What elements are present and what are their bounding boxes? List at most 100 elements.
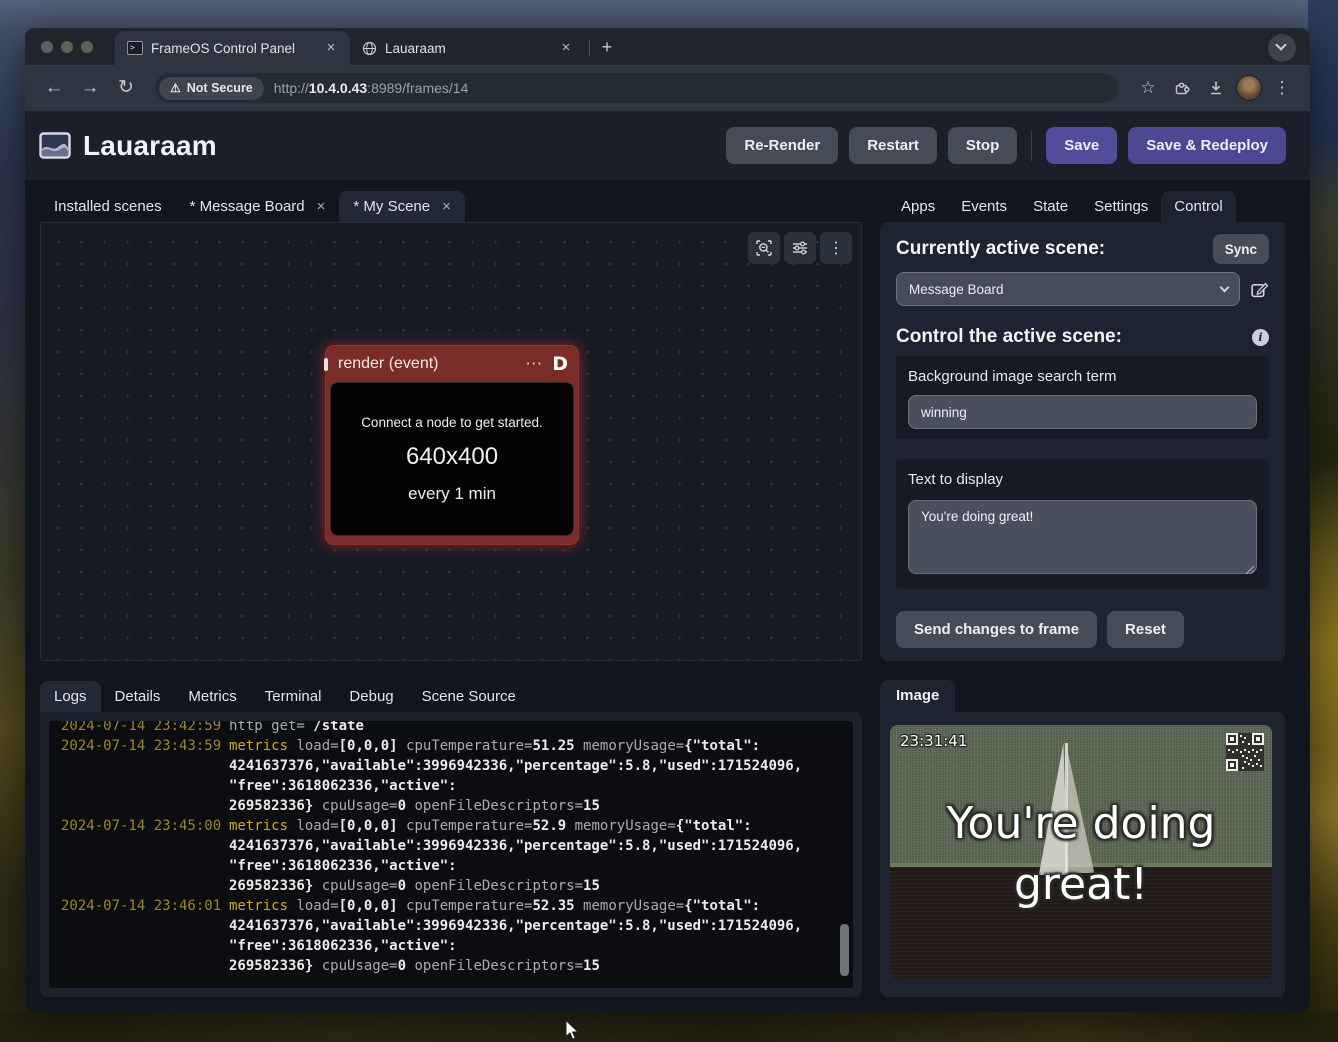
tab-metrics[interactable]: Metrics [174, 681, 250, 712]
browser-tab-title: FrameOS Control Panel [151, 41, 314, 56]
log-tabs: Logs Details Metrics Terminal Debug Scen… [40, 680, 862, 712]
control-heading: Control the active scene: [896, 326, 1122, 348]
forward-button[interactable]: → [75, 73, 105, 103]
log-console[interactable]: 2024-07-14 23:42:59http get= /state2024-… [49, 721, 853, 988]
frame-preview-image: 23:31:41 You're doing great! [890, 725, 1272, 980]
app-header: Lauaraam Re-Render Restart Stop Save Sav… [25, 111, 1310, 180]
info-icon[interactable]: i [1252, 329, 1269, 346]
scene-select[interactable]: Message Board [896, 272, 1240, 306]
log-content: 2024-07-14 23:42:59http get= /state2024-… [61, 721, 829, 976]
close-icon[interactable]: × [442, 198, 451, 215]
node-interval: every 1 min [408, 484, 496, 504]
close-window-button[interactable] [41, 41, 53, 53]
canvas-settings-button[interactable] [784, 232, 816, 264]
download-icon[interactable] [1202, 79, 1230, 97]
tab-close-icon[interactable]: × [322, 39, 340, 57]
node-header[interactable]: render (event) ⋯ D [326, 346, 578, 382]
node-body: Connect a node to get started. 640x400 e… [330, 382, 574, 536]
tab-message-board[interactable]: * Message Board × [176, 191, 340, 222]
scene-tabs: Installed scenes * Message Board × * My … [40, 190, 862, 222]
search-term-input[interactable] [908, 395, 1257, 429]
desktop: > FrameOS Control Panel × Lauaraam × + ←… [0, 0, 1338, 1042]
browser-tab-frameos[interactable]: > FrameOS Control Panel × [115, 31, 350, 65]
zoom-to-fit-button[interactable] [748, 232, 780, 264]
text-field-label: Text to display [908, 471, 1257, 488]
back-button[interactable]: ← [39, 73, 69, 103]
caption-line-2: great! [890, 854, 1272, 915]
extensions-icon[interactable] [1168, 79, 1196, 97]
new-tab-button[interactable]: + [594, 35, 620, 61]
log-scrollbar[interactable] [840, 924, 849, 976]
rerender-button[interactable]: Re-Render [726, 127, 838, 164]
chevron-down-icon [1275, 39, 1286, 50]
tab-state[interactable]: State [1020, 191, 1081, 222]
minimize-window-button[interactable] [61, 41, 73, 53]
scene-editor-column: Installed scenes * Message Board × * My … [40, 190, 862, 661]
tab-settings[interactable]: Settings [1081, 191, 1161, 222]
control-panel: Currently active scene: Sync Message Boa… [880, 222, 1285, 661]
node-menu-icon[interactable]: ⋯ [525, 354, 542, 374]
traffic-lights [41, 41, 93, 53]
scene-tab-label: Installed scenes [54, 198, 162, 215]
browser-menu-icon[interactable]: ⋮ [1268, 78, 1296, 98]
reload-button[interactable]: ↻ [111, 73, 141, 103]
active-scene-row: Currently active scene: Sync [896, 234, 1269, 264]
tab-terminal[interactable]: Terminal [251, 681, 336, 712]
zoom-window-button[interactable] [81, 41, 93, 53]
control-buttons: Send changes to frame Reset [896, 611, 1269, 648]
scene-tab-label: * My Scene [353, 198, 430, 215]
save-button[interactable]: Save [1046, 127, 1117, 164]
address-bar[interactable]: ⚠ Not Secure http://10.4.0.43:8989/frame… [155, 73, 1118, 103]
render-event-node[interactable]: render (event) ⋯ D Connect a node to get… [326, 346, 578, 544]
text-field-group: Text to display You're doing great! [896, 459, 1269, 589]
search-field-label: Background image search term [908, 368, 1257, 385]
logs-section: Logs Details Metrics Terminal Debug Scen… [40, 680, 862, 997]
reset-button[interactable]: Reset [1107, 611, 1184, 648]
display-text-textarea[interactable]: You're doing great! [908, 500, 1257, 574]
frame-logo-icon [39, 132, 71, 159]
tab-close-icon[interactable]: × [557, 39, 575, 57]
globe-favicon-icon [362, 41, 377, 56]
security-chip[interactable]: ⚠ Not Secure [159, 77, 264, 100]
tab-installed-scenes[interactable]: Installed scenes [40, 191, 176, 222]
browser-tab-lauaraam[interactable]: Lauaraam × [350, 31, 585, 65]
wallpaper-bottom [0, 1012, 1338, 1042]
node-canvas[interactable]: ⋮ render (event) ⋯ D Connect a node to g… [40, 222, 862, 661]
image-section: Image [880, 680, 1285, 997]
tab-apps[interactable]: Apps [888, 191, 948, 222]
node-connection-handle[interactable] [324, 358, 328, 371]
tab-my-scene[interactable]: * My Scene × [339, 191, 464, 222]
wallpaper-right [1308, 0, 1338, 1042]
browser-window: > FrameOS Control Panel × Lauaraam × + ←… [25, 28, 1310, 1012]
header-divider [1031, 131, 1032, 161]
log-panel: 2024-07-14 23:42:59http get= /state2024-… [40, 712, 862, 997]
scene-tab-label: * Message Board [190, 198, 305, 215]
canvas-menu-button[interactable]: ⋮ [820, 232, 852, 264]
tab-logs[interactable]: Logs [40, 681, 101, 712]
tab-debug[interactable]: Debug [335, 681, 407, 712]
sync-button[interactable]: Sync [1213, 234, 1269, 264]
canvas-toolbar: ⋮ [748, 232, 852, 264]
tab-events[interactable]: Events [948, 191, 1020, 222]
tab-image[interactable]: Image [880, 680, 955, 712]
tab-details[interactable]: Details [101, 681, 175, 712]
tab-scene-source[interactable]: Scene Source [408, 681, 530, 712]
edit-scene-icon[interactable] [1250, 280, 1269, 299]
save-redeploy-button[interactable]: Save & Redeploy [1128, 127, 1286, 164]
panel-tabs: Apps Events State Settings Control [880, 190, 1285, 222]
security-chip-label: Not Secure [187, 81, 253, 95]
tab-control[interactable]: Control [1161, 191, 1235, 222]
sliders-icon [791, 239, 809, 257]
profile-avatar[interactable] [1236, 75, 1262, 101]
bookmark-star-icon[interactable]: ☆ [1134, 78, 1162, 98]
log-entry: 2024-07-14 23:43:59metrics load=[0,0,0] … [61, 736, 829, 816]
url-text: http://10.4.0.43:8989/frames/14 [274, 80, 469, 96]
tab-separator [589, 39, 590, 57]
close-icon[interactable]: × [317, 198, 326, 215]
search-field-group: Background image search term [896, 356, 1269, 439]
stop-button[interactable]: Stop [948, 127, 1017, 164]
restart-button[interactable]: Restart [849, 127, 937, 164]
send-changes-button[interactable]: Send changes to frame [896, 611, 1097, 648]
tab-search-button[interactable] [1268, 34, 1296, 62]
node-title: render (event) [338, 355, 515, 373]
